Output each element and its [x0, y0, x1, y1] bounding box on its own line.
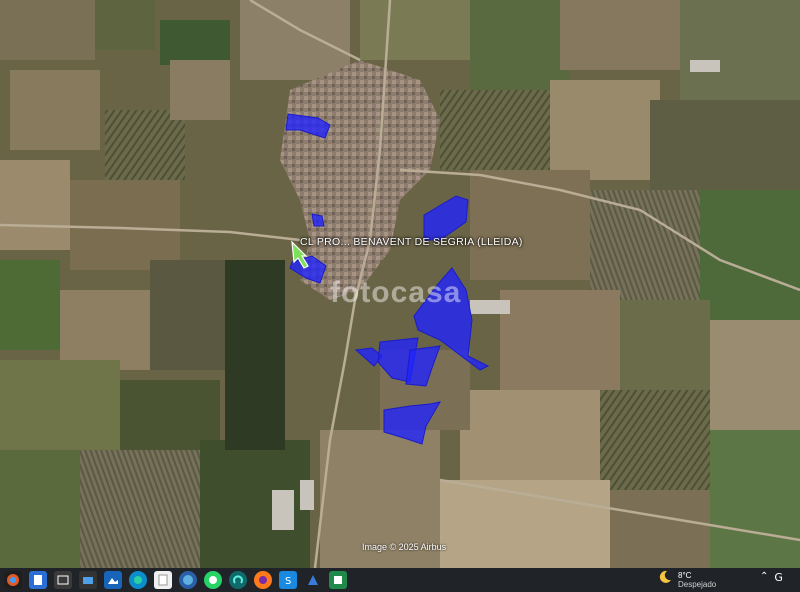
app-icon[interactable] — [229, 571, 247, 589]
svg-text:S: S — [285, 576, 291, 586]
globe-icon[interactable] — [179, 571, 197, 589]
watermark: fotocasa — [330, 276, 462, 309]
satellite-map[interactable]: CL PRO... BENAVENT DE SEGRIA (LLEIDA) fo… — [0, 0, 800, 568]
store-icon[interactable]: S — [279, 571, 297, 589]
notes-icon[interactable] — [29, 571, 47, 589]
weather-condition: Despejado — [678, 579, 717, 589]
edge-icon[interactable] — [129, 571, 147, 589]
taskbar: S 8°C Despejado ⌃ G — [0, 568, 800, 592]
triangle-app-icon[interactable] — [304, 571, 322, 589]
file-icon[interactable] — [154, 571, 172, 589]
image-viewer-icon[interactable] — [79, 571, 97, 589]
weather-widget[interactable]: 8°C Despejado — [658, 570, 716, 589]
parcel — [311, 213, 325, 227]
weather-temperature: 8°C — [678, 570, 692, 580]
window-icon[interactable] — [54, 571, 72, 589]
map-attribution: Image © 2025 Airbus — [362, 542, 447, 552]
google-icon[interactable]: G — [774, 571, 783, 584]
whatsapp-icon[interactable] — [204, 571, 222, 589]
place-label: CL PRO... BENAVENT DE SEGRIA (LLEIDA) — [300, 236, 523, 248]
chevron-up-icon[interactable]: ⌃ — [760, 571, 768, 584]
moon-icon — [658, 570, 672, 589]
firefox-icon[interactable] — [254, 571, 272, 589]
windows-start-icon[interactable] — [4, 571, 22, 589]
tray-icons[interactable]: ⌃ G — [760, 571, 783, 584]
photos-icon[interactable] — [104, 571, 122, 589]
app-icon-2[interactable] — [329, 571, 347, 589]
